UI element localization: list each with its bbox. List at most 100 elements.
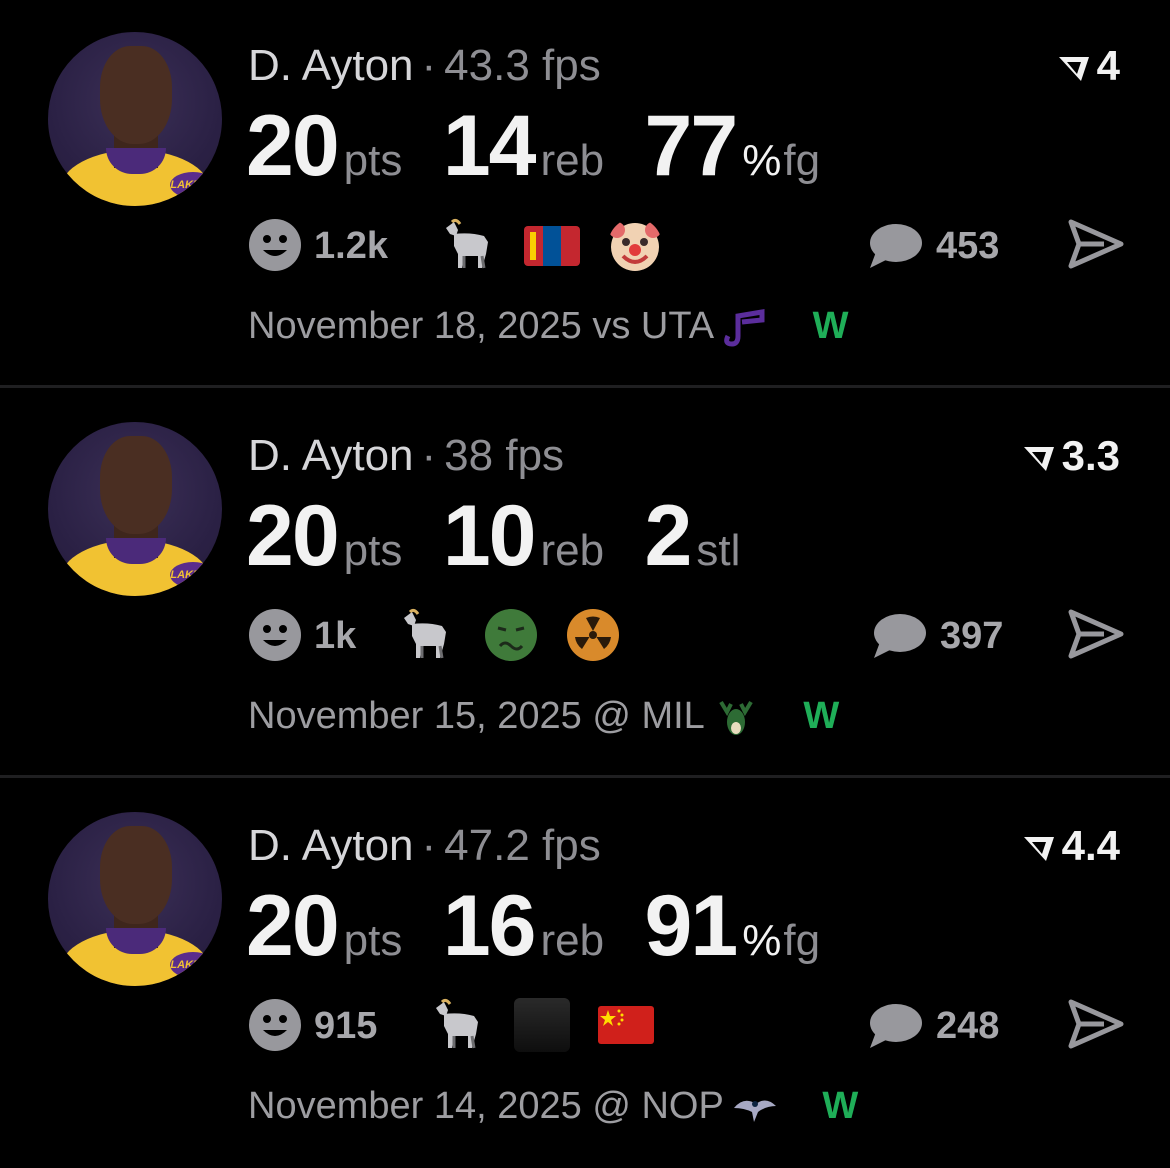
player-avatar[interactable]: LAKERS — [48, 422, 222, 596]
percent-sign: % — [742, 136, 782, 185]
stat-unit: pts — [343, 136, 403, 185]
lakers-logo: LAKERS — [170, 952, 216, 978]
stat-value: 20 — [246, 878, 340, 974]
stat-value: 14 — [442, 98, 537, 194]
comment-count[interactable]: 248 — [936, 998, 999, 1054]
china-flag-stars — [600, 1009, 624, 1026]
game-date: November 15, 2025 — [248, 695, 582, 737]
stat-value: 16 — [442, 878, 537, 974]
stat-unit: reb — [540, 916, 605, 965]
stat-points: 20 pts — [246, 98, 402, 194]
send-icon[interactable] — [1068, 608, 1124, 660]
comment-bubble-icon[interactable] — [870, 612, 926, 660]
separator-dot: · — [421, 821, 437, 870]
stat-value: 91 — [644, 878, 739, 974]
stat-points: 20 pts — [246, 488, 402, 584]
comment-bubble-icon[interactable] — [866, 1002, 922, 1050]
send-icon[interactable] — [1068, 218, 1124, 270]
reaction-bar: 915 248 — [248, 998, 1128, 1056]
stat-unit: stl — [696, 526, 741, 575]
post-card[interactable]: LAKERS D. Ayton · 43.3 fps 4 20 pts 14 reb 7… — [0, 0, 1170, 388]
stat-line: 20 pts 14 reb 77 %fg — [246, 98, 856, 194]
china-flag-icon[interactable] — [598, 1006, 654, 1044]
game-result: W — [803, 695, 840, 737]
game-result: W — [822, 1085, 859, 1127]
reaction-count[interactable]: 915 — [314, 998, 377, 1054]
stat-unit: fg — [783, 136, 821, 185]
stat-unit: pts — [343, 526, 403, 575]
divider — [0, 775, 1170, 778]
player-line: D. Ayton · 43.3 fps — [248, 40, 601, 92]
divider — [0, 385, 1170, 388]
send-icon[interactable] — [1068, 998, 1124, 1050]
post-card[interactable]: LAKERS D. Ayton · 38 fps 3.3 20 pts 10 reb 2… — [0, 390, 1170, 778]
stat-value: 10 — [442, 488, 537, 584]
game-info: November 14, 2025 @ NOP W — [248, 1078, 858, 1134]
stat-value: 20 — [246, 488, 340, 584]
clown-face-icon[interactable] — [608, 218, 662, 272]
rank-badge: 3.3 — [1022, 432, 1120, 480]
bucks-logo — [719, 700, 753, 735]
player-line: D. Ayton · 47.2 fps — [248, 820, 601, 872]
rank-triangle-icon — [1058, 56, 1089, 81]
game-matchup: @ MIL — [592, 695, 705, 737]
reaction-count[interactable]: 1k — [314, 608, 356, 664]
stat-value: 20 — [246, 98, 340, 194]
avatar-head — [100, 436, 172, 534]
comment-count[interactable]: 453 — [936, 218, 999, 274]
stat-fg-pct: 91 %fg — [645, 878, 821, 974]
goat-icon[interactable] — [400, 608, 452, 662]
pelicans-logo — [733, 1100, 776, 1122]
lakers-logo: LAKERS — [170, 562, 216, 588]
avatar-head — [100, 46, 172, 144]
stat-points: 20 pts — [246, 878, 402, 974]
photo-icon[interactable] — [514, 998, 570, 1052]
stat-value: 2 — [644, 488, 693, 584]
stat-unit: reb — [540, 136, 605, 185]
game-date: November 14, 2025 — [248, 1085, 582, 1127]
stat-line: 20 pts 10 reb 2 stl — [246, 488, 776, 584]
rank-badge: 4 — [1057, 42, 1120, 90]
rank-value: 3.3 — [1061, 432, 1120, 479]
goat-icon[interactable] — [432, 998, 484, 1052]
mongolia-flag-icon[interactable] — [524, 226, 580, 266]
comment-bubble-icon[interactable] — [866, 222, 922, 270]
nauseated-face-icon[interactable] — [484, 608, 538, 662]
reaction-bar: 1k 397 — [248, 608, 1128, 666]
radioactive-icon[interactable] — [566, 608, 620, 662]
smiley-icon[interactable] — [248, 998, 302, 1052]
player-avatar[interactable]: LAKERS — [48, 812, 222, 986]
stat-rebounds: 10 reb — [443, 488, 604, 584]
stat-unit: pts — [343, 916, 403, 965]
smiley-icon[interactable] — [248, 218, 302, 272]
smiley-icon[interactable] — [248, 608, 302, 662]
game-info: November 18, 2025 vs UTA W — [248, 298, 849, 354]
goat-icon[interactable] — [442, 218, 494, 272]
player-name[interactable]: D. Ayton — [248, 821, 414, 870]
reaction-count[interactable]: 1.2k — [314, 218, 388, 274]
player-name[interactable]: D. Ayton — [248, 41, 414, 90]
rank-value: 4.4 — [1061, 822, 1120, 869]
stat-unit: reb — [540, 526, 605, 575]
player-avatar[interactable]: LAKERS — [48, 32, 222, 206]
game-info: November 15, 2025 @ MIL W — [248, 688, 839, 744]
post-card[interactable]: LAKERS D. Ayton · 47.2 fps 4.4 20 pts 16 reb… — [0, 780, 1170, 1168]
fantasy-points: 43.3 fps — [444, 41, 601, 90]
percent-sign: % — [742, 916, 782, 965]
stat-value: 77 — [644, 98, 739, 194]
stat-fg-pct: 77 %fg — [645, 98, 821, 194]
player-name[interactable]: D. Ayton — [248, 431, 414, 480]
fantasy-points: 47.2 fps — [444, 821, 601, 870]
rank-triangle-icon — [1023, 836, 1054, 861]
reaction-bar: 1.2k 453 — [248, 218, 1128, 276]
game-matchup: @ NOP — [592, 1085, 724, 1127]
lakers-logo: LAKERS — [170, 172, 216, 198]
rank-value: 4 — [1096, 42, 1120, 89]
stat-unit: fg — [783, 916, 821, 965]
rank-triangle-icon — [1023, 446, 1054, 471]
player-line: D. Ayton · 38 fps — [248, 430, 564, 482]
separator-dot: · — [421, 431, 437, 480]
jazz-logo — [724, 309, 765, 347]
comment-count[interactable]: 397 — [940, 608, 1003, 664]
stat-rebounds: 16 reb — [443, 878, 604, 974]
